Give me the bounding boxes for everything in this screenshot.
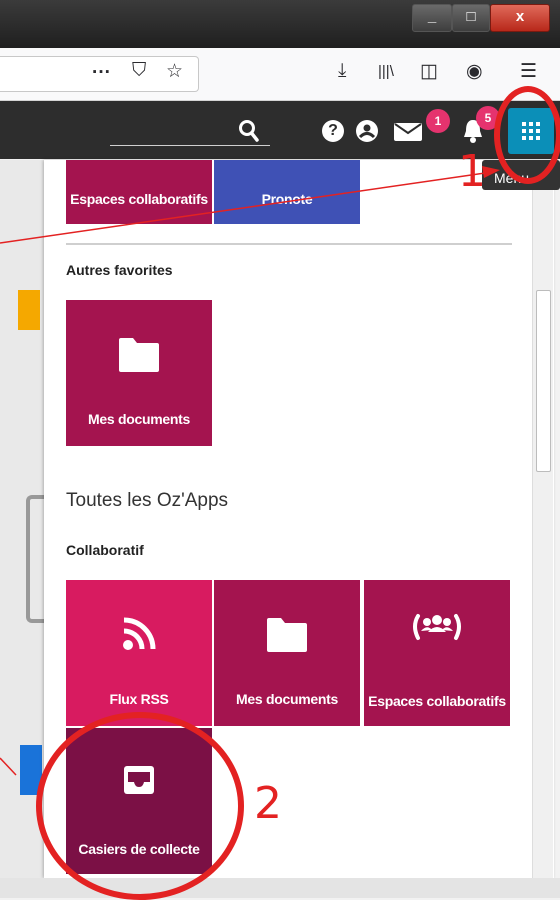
annotation-circle-1 [494,86,560,184]
annotation-number-2: 2 [254,778,282,829]
annotation-circle-2 [36,712,244,900]
annotation-number-1: 1 [458,146,486,197]
